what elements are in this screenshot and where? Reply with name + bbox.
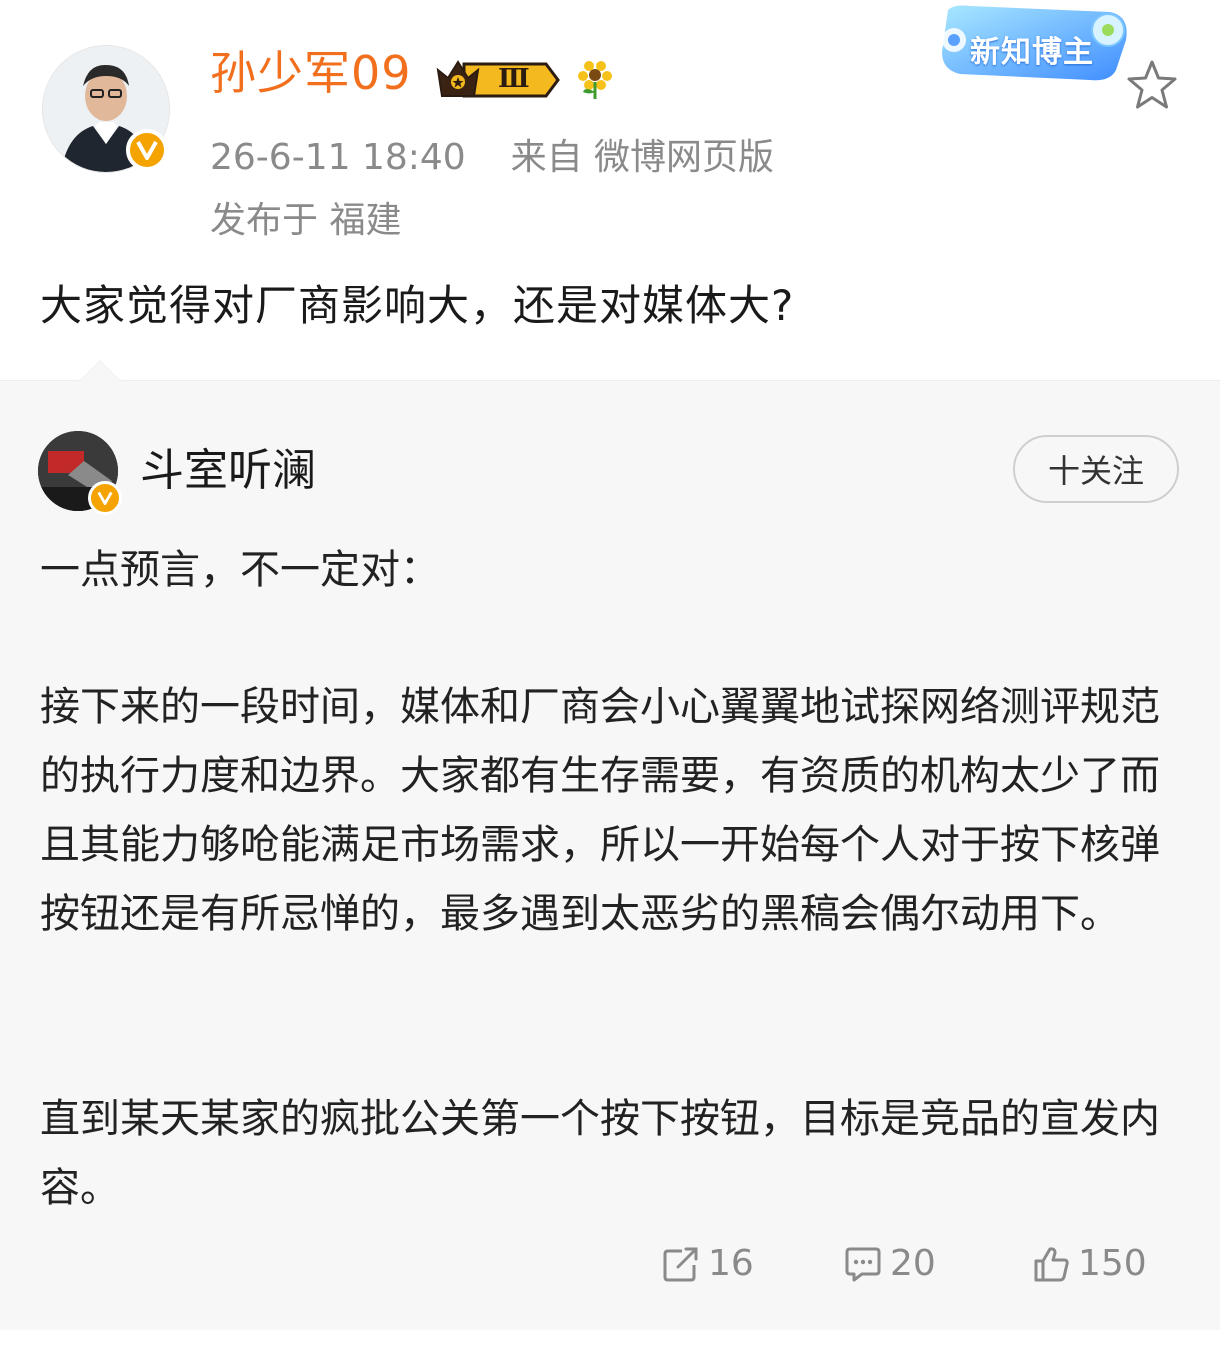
quoted-post[interactable]: 斗室听澜 十关注 一点预言，不一定对： 接下来的一段时间，媒体和厂商会小心翼翼地… <box>0 360 1220 1331</box>
quoted-author-name[interactable]: 斗室听澜 <box>140 449 316 493</box>
favorite-star-icon[interactable] <box>1122 56 1182 116</box>
verified-badge-icon <box>88 481 122 515</box>
follow-button[interactable]: 十关注 <box>1013 435 1179 503</box>
like-button[interactable]: 150 <box>1032 1243 1147 1284</box>
quoted-paragraph-1: 一点预言，不一定对： <box>40 536 1182 605</box>
post-timestamp: 26-6-11 18:40 来自 微博网页版 <box>210 140 774 176</box>
next-item-divider <box>0 1330 1220 1363</box>
crown-icon: Ⅲ <box>434 56 560 104</box>
comment-icon <box>845 1247 881 1281</box>
post-source[interactable]: 来自 微博网页版 <box>511 137 774 178</box>
paragraph-text: 一点预言，不一定对： <box>40 547 440 593</box>
paragraph-text: 接下来的一段时间，媒体和厂商会小心翼翼地试探网络测评规范的执行力度和边界。大家都… <box>40 684 1160 937</box>
quoted-paragraph-3: 直到某天某家的疯批公关第一个按下按钮，目标是竞品的宣发内容。 <box>40 1085 1182 1223</box>
repost-count: 16 <box>708 1243 754 1284</box>
sunflower-icon <box>575 58 615 100</box>
comment-count: 20 <box>890 1243 936 1284</box>
author-name[interactable]: 孙少军09 <box>210 50 412 96</box>
like-count: 150 <box>1078 1243 1147 1284</box>
repost-icon <box>663 1247 698 1281</box>
level-badge-text: Ⅲ <box>498 64 530 94</box>
quoted-paragraph-2: 接下来的一段时间，媒体和厂商会小心翼翼地试探网络测评规范的执行力度和边界。大家都… <box>40 673 1182 949</box>
comment-button[interactable]: 20 <box>844 1243 936 1284</box>
paragraph-text: 直到某天某家的疯批公关第一个按下按钮，目标是竞品的宣发内容。 <box>40 1096 1160 1211</box>
verified-badge-icon <box>126 129 168 171</box>
repost-button[interactable]: 16 <box>662 1243 754 1284</box>
post-content: 大家觉得对厂商影响大，还是对媒体大? <box>40 281 795 330</box>
post-location: 发布于 福建 <box>210 200 402 241</box>
badge-text: 新知博主 <box>970 35 1094 70</box>
post-header: 孙少军09 Ⅲ 26-6-11 18:40 来自 微博网页版 发布于 福建 新知… <box>0 0 1220 380</box>
quote-pointer <box>78 360 122 382</box>
like-icon <box>1034 1246 1069 1281</box>
knowledge-blogger-badge[interactable]: 新知博主 <box>930 0 1140 86</box>
timestamp-text: 26-6-11 18:40 <box>210 137 466 178</box>
